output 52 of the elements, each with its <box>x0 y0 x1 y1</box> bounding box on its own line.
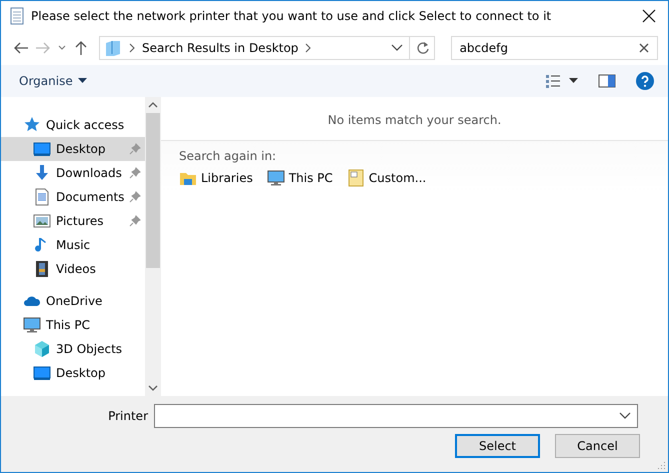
organise-button[interactable]: Organise <box>13 71 93 91</box>
search-field[interactable]: abcdefg <box>450 36 658 60</box>
down-arrow-icon <box>33 164 51 182</box>
chevron-down-icon[interactable] <box>390 43 403 53</box>
view-list-icon[interactable] <box>545 73 561 89</box>
search-location-link[interactable]: This PC <box>266 169 333 187</box>
address-bar[interactable]: Search Results in Desktop <box>99 36 435 60</box>
chevron-down-icon <box>619 412 631 420</box>
back-icon[interactable] <box>13 40 29 56</box>
caret-icon <box>78 78 87 84</box>
document-icon <box>33 188 51 206</box>
clear-icon[interactable] <box>639 43 649 53</box>
sidebar-item[interactable]: Downloads <box>1 161 146 185</box>
sidebar-item[interactable]: This PC <box>1 313 146 337</box>
select-button[interactable]: Select <box>455 434 540 458</box>
close-icon[interactable] <box>642 9 656 23</box>
monitor-icon <box>33 364 51 382</box>
sidebar-item[interactable]: Music <box>1 233 146 257</box>
search-again-label: Search again in: <box>179 149 278 163</box>
picture-icon <box>33 212 51 230</box>
monitor-icon <box>33 140 51 158</box>
film-icon <box>33 260 51 278</box>
sidebar-item[interactable]: Quick access <box>1 113 146 137</box>
notepad-icon <box>9 7 25 25</box>
sidebar-item[interactable]: OneDrive <box>1 289 146 313</box>
window-title: Please select the network printer that you want to use and click Select to connect to it <box>31 9 552 23</box>
sidebar-item[interactable]: 3D Objects <box>1 337 146 361</box>
sidebar-item[interactable]: Documents <box>1 185 146 209</box>
chevron-right-icon <box>304 43 312 53</box>
note-icon <box>346 169 365 187</box>
refresh-icon[interactable] <box>416 41 430 55</box>
sidebar-item[interactable]: Desktop <box>1 137 146 161</box>
resize-grip-icon[interactable] <box>656 460 666 470</box>
scrollbar-thumb[interactable] <box>146 113 160 268</box>
star-icon <box>23 116 41 134</box>
computer-icon <box>23 316 41 334</box>
up-icon[interactable] <box>73 40 89 56</box>
cube-icon <box>33 340 51 358</box>
preview-pane-icon[interactable] <box>598 74 616 88</box>
cancel-button[interactable]: Cancel <box>555 434 640 458</box>
printer-combobox[interactable] <box>154 404 638 428</box>
sidebar-item[interactable]: Videos <box>1 257 146 281</box>
address-path: Search Results in Desktop <box>142 41 298 55</box>
computer-icon <box>266 169 285 187</box>
search-location-link[interactable]: Custom... <box>346 169 426 187</box>
sidebar-item[interactable]: Desktop <box>1 361 146 385</box>
printer-label: Printer <box>108 409 148 423</box>
help-icon[interactable] <box>636 72 654 90</box>
chevron-right-icon <box>128 43 136 53</box>
sidebar-item[interactable]: Pictures <box>1 209 146 233</box>
search-location-link[interactable]: Libraries <box>179 169 253 187</box>
caret-icon[interactable] <box>569 78 578 84</box>
